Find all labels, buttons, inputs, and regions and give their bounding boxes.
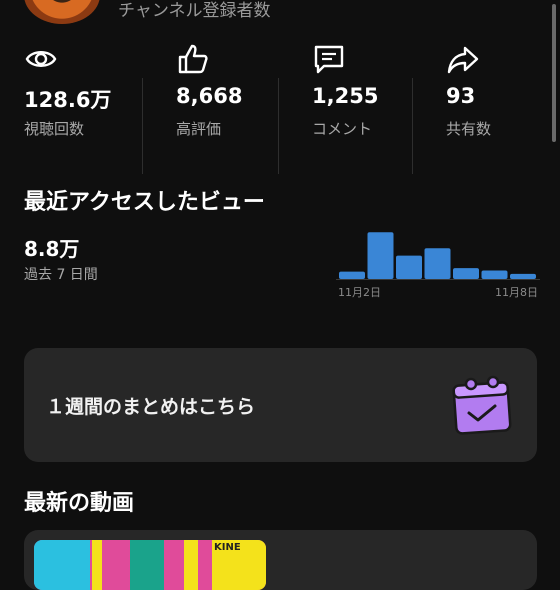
likes-label: 高評価 <box>176 120 222 138</box>
eye-icon <box>25 51 57 67</box>
video-thumbnail[interactable]: KINE <box>34 540 266 590</box>
channel-avatar[interactable] <box>24 0 100 24</box>
chart-bar[interactable] <box>396 255 422 279</box>
calendar-check-icon <box>452 375 512 435</box>
chart-bar[interactable] <box>510 273 536 279</box>
stat-comments[interactable]: 1,255 コメント <box>312 36 446 146</box>
chart-bar[interactable] <box>424 248 451 279</box>
likes-value: 8,668 <box>176 84 243 108</box>
thumbnail-text: KINE <box>214 542 241 553</box>
views-label: 視聴回数 <box>24 120 85 138</box>
scrollbar[interactable] <box>552 4 556 142</box>
recent-views-period: 過去 7 日間 <box>24 267 98 283</box>
shares-value: 93 <box>446 84 476 108</box>
stat-divider <box>142 78 143 174</box>
views-value: 128.6万 <box>24 88 112 112</box>
stat-divider <box>412 78 413 174</box>
comment-icon <box>314 45 344 74</box>
recent-views-chart[interactable]: 11月2日 11月8日 <box>336 222 540 306</box>
share-icon <box>447 46 479 74</box>
chart-bar[interactable] <box>367 232 394 279</box>
chart-bar[interactable] <box>339 271 365 279</box>
x-tick-label: 11月8日 <box>495 286 538 299</box>
comments-label: コメント <box>312 120 373 138</box>
stats-row: 128.6万 視聴回数 8,668 高評価 1,255 コメント 93 共有数 <box>0 36 552 174</box>
stat-divider <box>278 78 279 174</box>
chart-bar[interactable] <box>481 270 508 279</box>
stat-likes[interactable]: 8,668 高評価 <box>176 36 310 146</box>
latest-video-card[interactable]: KINE <box>24 530 537 590</box>
weekly-summary-card[interactable]: １週間のまとめはこちら <box>24 348 537 462</box>
latest-videos-title: 最新の動画 <box>24 491 135 516</box>
thumbs-up-icon <box>178 44 208 74</box>
shares-label: 共有数 <box>446 120 492 138</box>
subscriber-count-label: チャンネル登録者数 <box>118 1 271 21</box>
x-tick-label: 11月2日 <box>338 286 381 299</box>
comments-value: 1,255 <box>312 84 379 108</box>
recent-views-value: 8.8万 <box>24 237 80 261</box>
stat-shares[interactable]: 93 共有数 <box>446 36 560 146</box>
recent-views-title: 最近アクセスしたビュー <box>24 190 265 215</box>
weekly-summary-label: １週間のまとめはこちら <box>46 396 256 418</box>
stat-views[interactable]: 128.6万 視聴回数 <box>24 36 158 146</box>
chart-bar[interactable] <box>453 268 479 279</box>
